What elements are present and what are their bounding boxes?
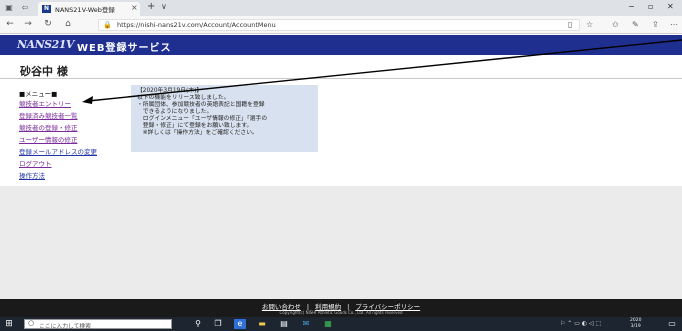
edge-browser-icon[interactable]: e — [234, 319, 246, 329]
tab-list-chevron-icon[interactable]: ∨ — [161, 2, 167, 11]
mic-icon[interactable]: ⚲ — [192, 319, 204, 329]
menu-link-help[interactable]: 操作方法 — [19, 170, 45, 180]
minimize-button[interactable]: − — [628, 2, 635, 11]
browser-tab-bar: ▣ ⇦ N NANS21V-Web登録 × + ∨ − ▫ ✕ — [0, 0, 682, 16]
user-name-heading: 砂谷中 様 — [20, 65, 68, 78]
menu-link-entry[interactable]: 競技者エントリー — [19, 98, 71, 108]
site-logo[interactable]: NANS21V — [17, 38, 74, 51]
menu-link-email-change[interactable]: 登録メールアドレスの変更 — [19, 146, 97, 156]
divider — [0, 78, 682, 79]
notice-line: できるようになりました。 — [137, 109, 213, 115]
menu-link-user-info[interactable]: ユーザー情報の修正 — [19, 134, 77, 144]
search-icon: ○ — [28, 319, 35, 327]
close-window-button[interactable]: ✕ — [667, 2, 674, 11]
notice-line: 以下の機能をリリース致しました。 — [137, 95, 230, 101]
lock-icon: 🔒 — [103, 21, 112, 29]
notice-line: 【2020年3月19日(木)】 — [137, 88, 203, 94]
windows-start-icon[interactable]: ⊞ — [4, 319, 14, 329]
refresh-icon[interactable]: ↻ — [42, 19, 54, 29]
favorite-star-icon[interactable]: ☆ — [586, 20, 593, 29]
tab-actions-icon[interactable]: ▣ — [4, 3, 14, 13]
menu-link-registered-list[interactable]: 登録済み競技者一覧 — [19, 110, 78, 120]
notice-line: ※詳しくは「操作方法」をご確認ください。 — [137, 130, 258, 136]
favorites-bar-icon[interactable]: ✩ — [612, 20, 619, 29]
taskbar-search-input[interactable]: ○ ここに入力して検索 — [24, 319, 172, 330]
site-favicon-icon: N — [42, 5, 51, 13]
notice-line: ・所属団体、参加競技者の英語表記と国籍を登録 — [137, 102, 265, 108]
menu-link-register-edit[interactable]: 競技者の登録・修正 — [19, 122, 78, 132]
site-title: WEB登録サービス — [77, 43, 172, 54]
store-icon[interactable]: ▤ — [278, 319, 290, 329]
menu-heading: ■メニュー■ — [19, 90, 58, 98]
copyright-text: Copyright(c) NISHI Athletic Goods Co., L… — [279, 310, 403, 315]
tab-title: NANS21V-Web登録 — [55, 6, 115, 14]
notice-line: 登録・修正」にて登録をお願い致します。 — [137, 123, 253, 129]
address-bar-row: ← → ↻ ⌂ 🔒 https://nishi-nans21v.com/Acco… — [0, 16, 682, 34]
clock-date: 3/19 — [630, 323, 641, 329]
restore-button[interactable]: ▫ — [648, 2, 653, 11]
home-icon[interactable]: ⌂ — [62, 19, 74, 29]
browser-tab[interactable]: N NANS21V-Web登録 × — [38, 2, 140, 16]
os-taskbar: ⊞ ○ ここに入力して検索 ⚲ ❐ e ▬ ▤ ✉ ▦ ⚐ ⌃ ▭ ◐ ◁ ⬚ … — [0, 317, 682, 331]
app-icon[interactable]: ▦ — [322, 319, 334, 329]
notice-box: 【2020年3月19日(木)】 以下の機能をリリース致しました。 ・所属団体、参… — [131, 85, 318, 152]
taskbar-search-placeholder: ここに入力して検索 — [39, 324, 91, 330]
notice-line: ログインメニュー「ユーザ情報の修正」「選手の — [137, 116, 268, 122]
site-footer: お問い合わせ | 利用規約 | プライバシーポリシー Copyright(c) NISH… — [0, 299, 682, 317]
system-tray[interactable]: ⚐ ⌃ ▭ ◐ ◁ ⬚ — [560, 320, 601, 327]
tab-close-icon[interactable]: × — [131, 3, 138, 12]
content-filler — [0, 186, 682, 299]
share-icon[interactable]: ⇪ — [652, 20, 659, 29]
back-icon[interactable]: ← — [4, 19, 16, 29]
new-tab-button[interactable]: + — [147, 1, 155, 12]
more-icon[interactable]: ⋯ — [670, 20, 678, 29]
url-text: https://nishi-nans21v.com/Account/Accoun… — [117, 21, 276, 29]
tab-aside-icon[interactable]: ⇦ — [20, 3, 30, 13]
task-view-icon[interactable]: ❐ — [212, 319, 224, 329]
clock-time: 2020 — [630, 318, 642, 323]
pen-icon[interactable]: ✎ — [632, 20, 639, 29]
menu-link-logout[interactable]: ログアウト — [19, 158, 52, 168]
mail-icon[interactable]: ✉ — [300, 319, 312, 329]
forward-icon[interactable]: → — [22, 19, 34, 29]
site-header: NANS21V WEB登録サービス — [0, 35, 682, 55]
reading-view-icon[interactable]: ▯ — [568, 20, 572, 29]
file-explorer-icon[interactable]: ▬ — [256, 319, 268, 329]
url-field[interactable]: 🔒 https://nishi-nans21v.com/Account/Acco… — [98, 19, 580, 31]
taskbar-clock[interactable]: 2020 3/19 — [630, 318, 641, 329]
notification-icon[interactable]: ▭ — [666, 319, 678, 329]
